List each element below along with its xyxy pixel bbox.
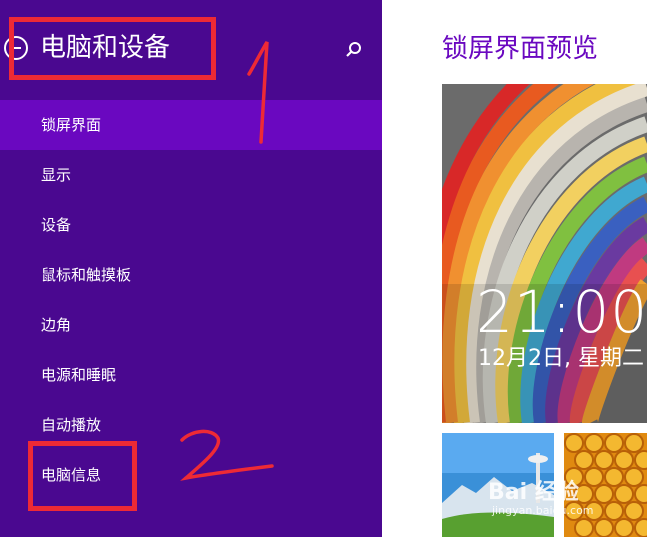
sidebar-item-label: 边角 [41,316,72,334]
annotation-box-pc-info [28,441,137,511]
sidebar-item-label: 锁屏界面 [41,116,102,134]
search-icon[interactable] [344,40,364,60]
lock-screen-time: 21:00 [476,278,647,346]
lock-screen-preview: 21:00 12月2日, 星期二 [442,84,647,423]
sidebar-item-label: 设备 [41,216,72,234]
lock-screen-date: 12月2日, 星期二 [478,346,644,371]
annotation-number-2 [180,429,274,481]
sidebar-item-label: 电源和睡眠 [41,366,117,384]
sidebar-item-display[interactable]: 显示 [0,150,382,200]
sidebar-item-label: 自动播放 [41,416,102,434]
watermark-url: jingyan.baidu.com [492,504,594,517]
annotation-box-title [9,17,216,80]
sidebar-item-mouse-touchpad[interactable]: 鼠标和触摸板 [0,250,382,300]
sidebar-item-label: 鼠标和触摸板 [41,266,132,284]
watermark-brand: Bai 经验 [488,480,579,505]
sidebar-item-corners[interactable]: 边角 [0,300,382,350]
sidebar-item-power-sleep[interactable]: 电源和睡眠 [0,350,382,400]
sidebar-item-label: 显示 [41,166,72,184]
sidebar-item-devices[interactable]: 设备 [0,200,382,250]
main-title: 锁屏界面预览 [442,34,599,64]
annotation-number-1 [247,41,269,144]
sidebar-item-lock-screen[interactable]: 锁屏界面 [0,100,382,150]
